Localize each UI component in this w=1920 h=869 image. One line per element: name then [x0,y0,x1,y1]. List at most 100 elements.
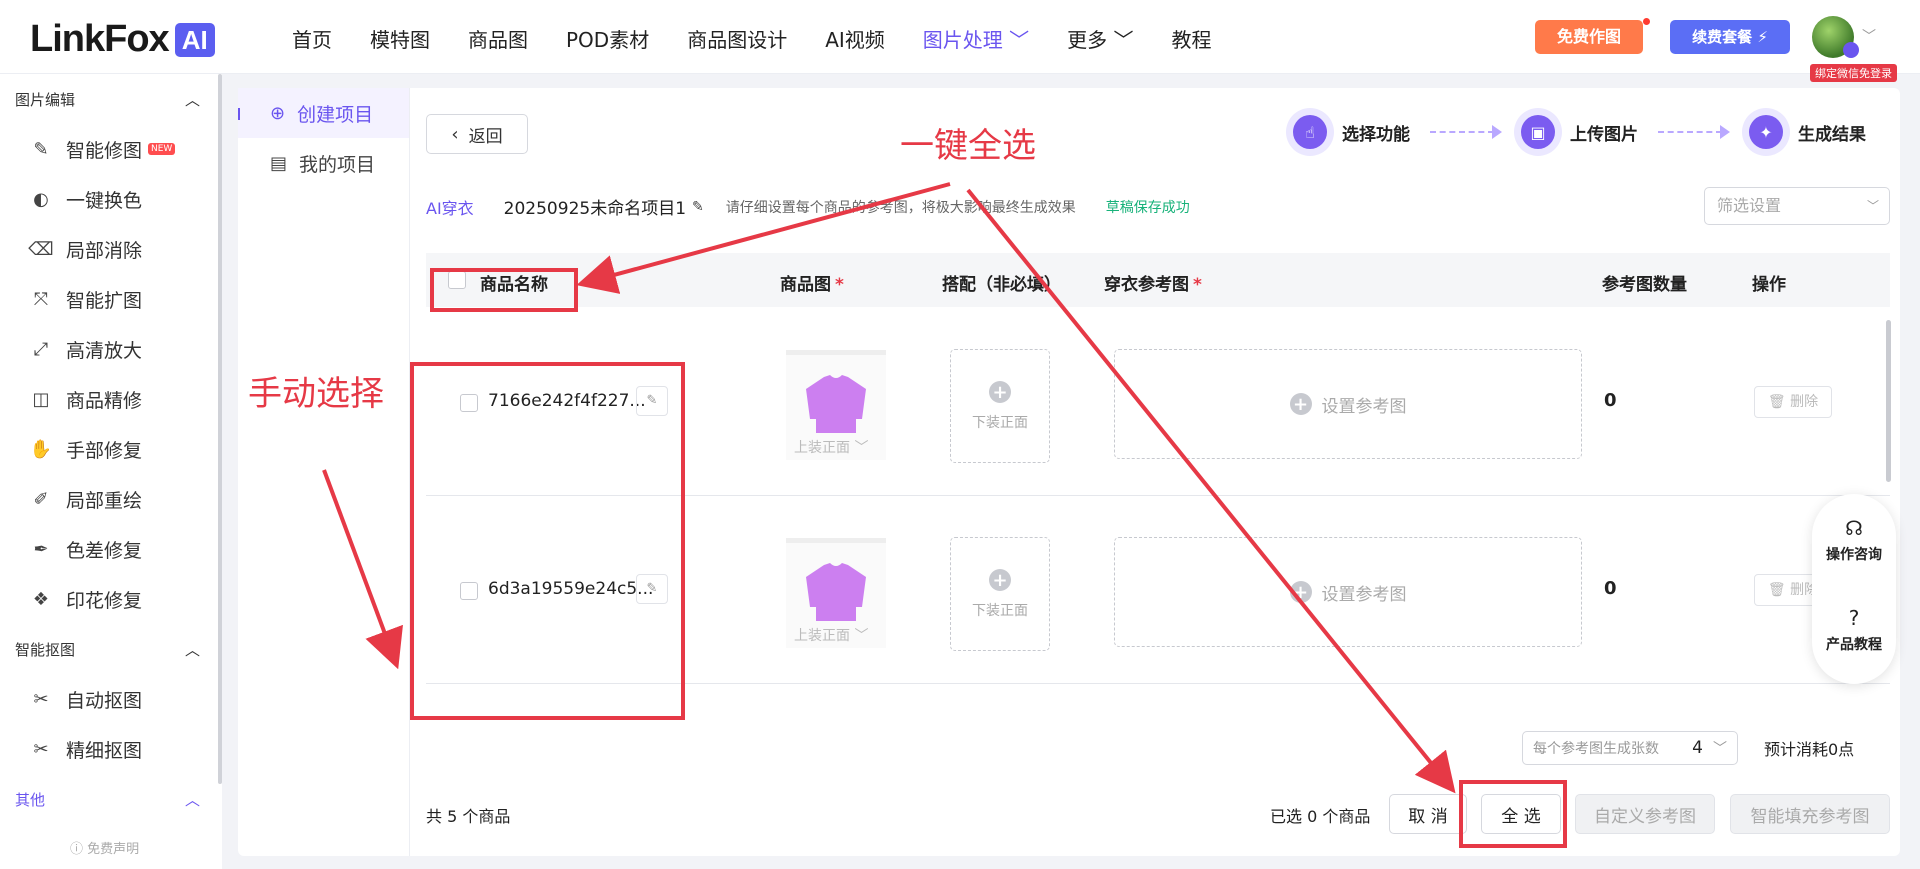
chevron-down-icon: ﹀ [1866,199,1879,213]
sidebar-item-upscale[interactable]: ⤢ 高清放大 [0,324,222,374]
sidebar-item-print-fix[interactable]: ❖ 印花修复 [0,574,222,624]
sidebar-scrollbar[interactable] [218,74,222,784]
logo-text: LinkFox [30,18,170,60]
smart-fill-button[interactable]: 智能填充参考图 [1730,794,1890,834]
sidebar-group-other[interactable]: 其他 ︿ [0,774,222,824]
chevron-down-icon[interactable]: ﹀ [1862,26,1876,46]
product-thumbnail[interactable]: 上装正面 ﹀ [786,538,886,648]
step-label: 上传图片 [1570,124,1638,145]
result-icon: ✦ [1749,115,1783,149]
total-count: 共 5 个商品 [426,807,511,826]
gen-count-select[interactable]: 每个参考图生成张数 4 ﹀ [1522,731,1738,765]
active-marker [238,108,240,120]
nav-tutorial[interactable]: 教程 [1172,24,1212,53]
delete-label: 删除 [1790,394,1819,410]
custom-ref-button[interactable]: 自定义参考图 [1575,794,1715,834]
sidebar-group-cutout[interactable]: 智能抠图 ︿ [0,624,222,674]
chevron-down-icon: ﹀ [1713,741,1727,757]
logo[interactable]: LinkFox AI [30,18,215,61]
pencil-icon[interactable]: ✎ [692,199,704,215]
ref-count: 0 [1604,578,1617,599]
nav-product[interactable]: 商品图 [468,24,528,53]
sidebar-item-smart-retouch[interactable]: ✎ 智能修图 NEW [0,124,222,174]
my-projects-label: 我的项目 [299,153,376,176]
create-project-item[interactable]: ⊕ 创建项目 [238,88,409,138]
nav-more[interactable]: 更多 ﹀ [1067,24,1133,53]
nav-model[interactable]: 模特图 [370,24,430,53]
view-select[interactable]: 上装正面 ﹀ [794,437,868,457]
magic-wand-icon: ✎ [33,138,49,160]
annotation-label-select-all: 一键全选 [900,126,1036,166]
trash-icon: 🗑 [1767,394,1786,410]
sidebar-item-label: 局部消除 [66,239,143,262]
match-label: 下装正面 [972,415,1028,431]
set-reference-slot[interactable]: + 设置参考图 [1114,537,1582,647]
consult-button[interactable]: ☊ 操作咨询 [1812,516,1896,564]
bottom-upload-slot[interactable]: + 下装正面 [950,537,1050,651]
step-arrow [1658,125,1730,139]
step-generate-result: ✦ 生成结果 [1742,108,1866,156]
sidebar-group-image-edit[interactable]: 图片编辑 ︿ [0,74,222,124]
annotation-label-manual: 手动选择 [248,374,384,414]
table-header: 商品名称 商品图 * 搭配（非必填） 穿衣参考图 * 参考图数量 操作 [426,253,1890,307]
nav-ai-video[interactable]: AI视频 [825,24,885,53]
nav-product-design[interactable]: 商品图设计 [687,24,787,53]
required-mark: * [1193,275,1202,295]
tutorial-button[interactable]: ? 产品教程 [1812,606,1896,654]
filter-select[interactable]: 筛选设置 ﹀ [1704,187,1890,225]
sidebar-item-erase[interactable]: ⌫ 局部消除 [0,224,222,274]
sidebar-item-label: 高清放大 [66,339,143,362]
col-actions: 操作 [1752,275,1786,295]
sidebar-item-recolor[interactable]: ◐ 一键换色 [0,174,222,224]
my-projects-item[interactable]: ▤ 我的项目 [238,138,409,188]
ref-label: 设置参考图 [1321,584,1407,605]
save-status: 草稿保存成功 [1105,199,1190,216]
cancel-button[interactable]: 取 消 [1389,794,1467,834]
cutout-icon: ✂ [33,688,49,710]
required-mark: * [835,275,844,295]
nav-pod[interactable]: POD素材 [566,24,649,53]
bind-wechat-tag[interactable]: 绑定微信免登录 [1810,64,1897,82]
table-scrollbar[interactable] [1886,320,1891,482]
sidebar: 图片编辑 ︿ ✎ 智能修图 NEW ◐ 一键换色 ⌫ 局部消除 ⤧ 智能扩图 ⤢ 高清放大 … [0,74,222,869]
col-ref-image: 穿衣参考图 * [1104,270,1202,295]
project-info-bar: AI穿衣 20250925未命名项目1 ✎ 请仔细设置每个商品的参考图，将极大影… [426,194,1190,220]
sidebar-item-inpaint[interactable]: ✐ 局部重绘 [0,474,222,524]
free-draw-button[interactable]: 免费作图 [1535,20,1643,54]
view-select[interactable]: 上装正面 ﹀ [794,625,868,645]
nav-image-processing[interactable]: 图片处理 ﹀ [923,24,1029,53]
sidebar-item-product-refine[interactable]: ◫ 商品精修 [0,374,222,424]
plus-icon: + [1289,581,1312,603]
sidebar-item-fine-cutout[interactable]: ✂ 精细抠图 [0,724,222,774]
sidebar-item-label: 局部重绘 [66,489,143,512]
sweater-image [806,375,866,433]
feature-tag: AI穿衣 [426,198,474,218]
sidebar-item-hand-fix[interactable]: ✋ 手部修复 [0,424,222,474]
delete-button[interactable]: 🗑 删除 [1754,386,1832,418]
hand-icon: ✋ [29,438,53,460]
renew-plan-button[interactable]: 续费套餐 ⚡ [1670,20,1790,54]
chevron-up-icon: ︿ [184,790,200,809]
nav-home[interactable]: 首页 [292,24,332,53]
estimate-cost: 预计消耗0点 [1764,740,1855,759]
main-nav: 首页 模特图 商品图 POD素材 商品图设计 AI视频 图片处理 ﹀ 更多 ﹀ … [292,24,1250,53]
set-reference-slot[interactable]: + 设置参考图 [1114,349,1582,459]
question-icon: ? [1848,606,1860,630]
product-thumbnail[interactable]: 上装正面 ﹀ [786,350,886,460]
step-upload-image: ▣ 上传图片 [1514,108,1638,156]
sidebar-item-label: 手部修复 [66,439,143,462]
chevron-up-icon: ︿ [184,640,200,659]
disclaimer-link[interactable]: ⓘ 免费声明 [70,838,139,857]
step-select-function: ☝ 选择功能 [1286,108,1410,156]
project-name: 20250925未命名项目1 [503,199,687,219]
filter-placeholder: 筛选设置 [1717,196,1782,215]
eraser-icon: ⌫ [28,238,54,260]
headset-icon: ☊ [1845,516,1863,540]
sidebar-item-auto-cutout[interactable]: ✂ 自动抠图 [0,674,222,724]
annotation-box-manual-select [410,362,685,720]
sidebar-item-color-fix[interactable]: ✒ 色差修复 [0,524,222,574]
annotation-box-select-all-button [1459,780,1567,848]
sidebar-item-expand[interactable]: ⤧ 智能扩图 [0,274,222,324]
bottom-upload-slot[interactable]: + 下装正面 [950,349,1050,463]
back-button[interactable]: ‹ 返回 [426,114,528,154]
